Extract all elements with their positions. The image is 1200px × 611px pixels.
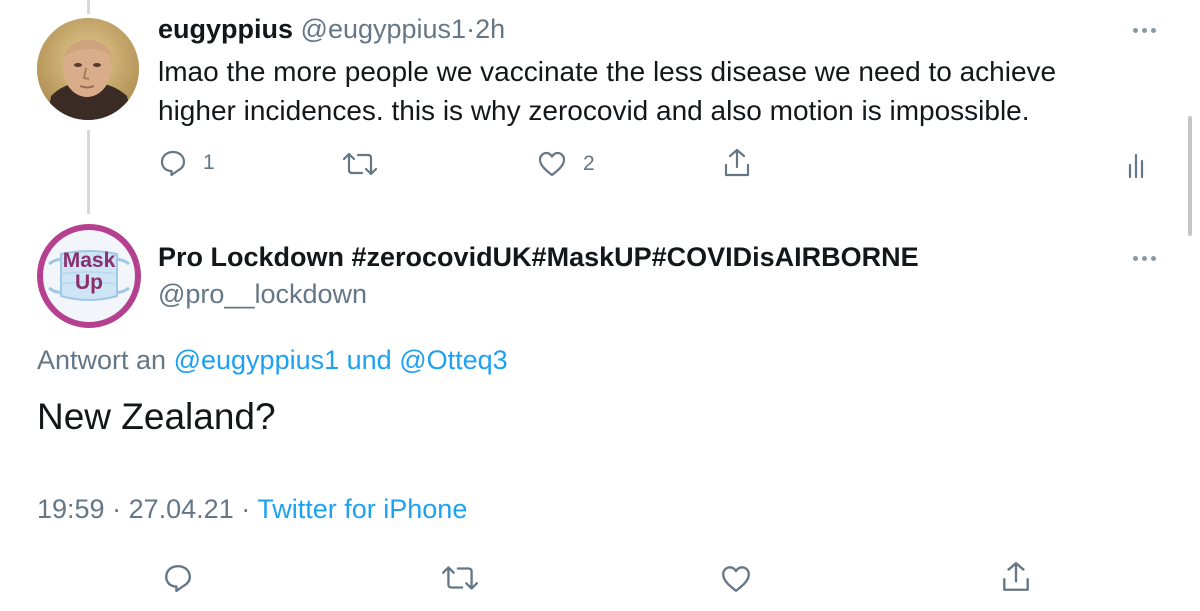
avatar-text-line1: Mask [62,249,116,272]
thread-line-top [87,0,90,14]
like-icon [538,151,566,177]
analytics-icon [1128,153,1144,179]
reply-and[interactable]: und [347,345,392,375]
retweet-icon [442,566,478,590]
author-name[interactable]: Pro Lockdown #zerocovidUK#MaskUP#COVIDis… [158,242,919,273]
avatar-eugyppius[interactable] [37,18,139,120]
reply-icon [165,565,191,593]
tweet-source[interactable]: Twitter for iPhone [257,494,467,524]
retweet-icon [342,152,378,176]
reply-count: 1 [203,151,215,174]
retweet-button[interactable] [440,563,480,593]
analytics-button[interactable] [1126,151,1150,179]
more-icon[interactable] [1133,256,1156,261]
tweet-text-line2: higher incidences. this is why zerocovid… [158,95,1030,126]
reply-user-link[interactable]: @Otteq3 [399,345,507,375]
reply-context: Antwort an @eugyppius1 und @Otteq3 [37,345,508,376]
author-handle[interactable]: @eugyppius1 [301,14,467,44]
reply-button[interactable] [163,563,193,593]
tweet-text: lmao the more people we vaccinate the le… [158,52,1056,130]
tweet-header: eugyppius @eugyppius1·2h [158,14,505,45]
share-button[interactable] [722,147,752,179]
main-tweet-text: New Zealand? [37,396,276,437]
like-button[interactable]: 2 [537,150,595,178]
like-button[interactable] [720,564,752,594]
share-button[interactable] [1000,560,1032,594]
reply-icon [160,150,186,177]
like-count: 2 [583,152,595,175]
reply-button[interactable]: 1 [159,149,215,177]
separator-dot: · [112,494,122,524]
separator-dot: · [241,494,251,524]
reply-prefix: Antwort an [37,345,167,375]
tweet-time[interactable]: 19:59 [37,494,105,524]
share-icon [724,148,750,177]
separator-dot: · [466,14,476,44]
thread-line-connector [87,130,90,214]
like-icon [722,566,750,592]
scrollbar[interactable] [1188,116,1192,236]
retweet-button[interactable] [341,150,379,178]
avatar-text-line2: Up [75,271,103,294]
tweet-time[interactable]: 2h [475,14,505,44]
reply-user-link[interactable]: @eugyppius1 [174,345,340,375]
author-handle[interactable]: @pro__lockdown [158,279,367,310]
author-name[interactable]: eugyppius [158,14,293,44]
portrait-image [37,18,139,120]
share-icon [1003,562,1029,591]
avatar-pro-lockdown[interactable]: Mask Up [37,224,141,328]
avatar-text: Mask Up [43,250,135,294]
more-icon[interactable] [1133,28,1156,33]
tweet-date[interactable]: 27.04.21 [129,494,234,524]
avatar-inner: Mask Up [43,230,135,322]
tweet-text-line1: lmao the more people we vaccinate the le… [158,56,1057,87]
tweet-meta: 19:59 · 27.04.21 · Twitter for iPhone [37,494,467,525]
